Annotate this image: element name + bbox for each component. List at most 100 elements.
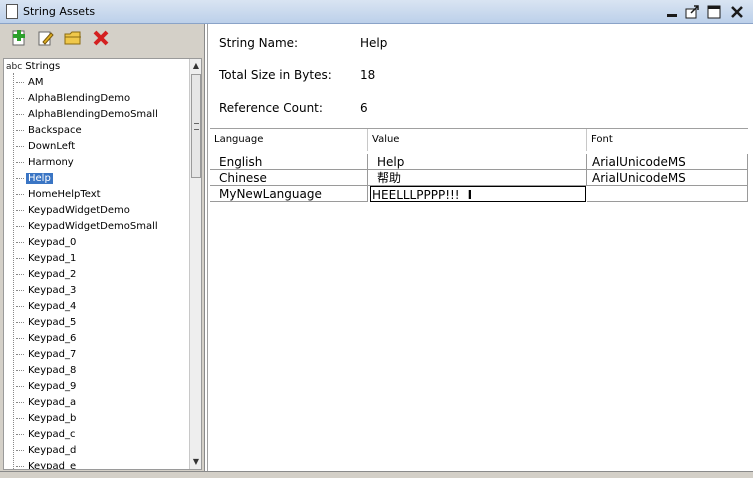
tree-item[interactable]: Keypad_2: [16, 268, 78, 282]
tree-connector: [16, 353, 24, 355]
strings-tree[interactable]: abc Strings AM AlphaBlendingDemo AlphaBlend…: [3, 58, 202, 470]
table-row[interactable]: MyNewLanguage HEELLLPPPP!!! I: [210, 186, 748, 202]
tree-item-label: HomeHelpText: [28, 189, 101, 200]
tree-item-label: Keypad_6: [28, 333, 77, 344]
tree-connector: [16, 369, 24, 371]
tree-item[interactable]: Keypad_d: [16, 444, 78, 458]
tree-item-label: Keypad_2: [28, 269, 77, 280]
string-name-label: String Name:: [219, 36, 299, 50]
right-pane: String Name: Help Total Size in Bytes: 1…: [207, 24, 753, 472]
minimize-icon[interactable]: [664, 4, 680, 20]
tree-connector: [16, 145, 24, 147]
tree-item[interactable]: HomeHelpText: [16, 188, 103, 202]
total-size-value: 18: [360, 68, 376, 82]
reference-count-value: 6: [360, 101, 368, 115]
tree-item[interactable]: Help: [16, 172, 53, 186]
language-cell[interactable]: MyNewLanguage: [210, 186, 368, 202]
translations-table: Language Value Font English Help ArialUn…: [210, 128, 748, 474]
tree-item[interactable]: Keypad_5: [16, 316, 78, 330]
table-row[interactable]: Chinese 帮助 ArialUnicodeMS: [210, 170, 748, 186]
tree-item[interactable]: AM: [16, 76, 45, 90]
tree-item-label: AM: [28, 77, 44, 88]
tree-item[interactable]: Keypad_0: [16, 236, 78, 250]
pencil-edit-icon[interactable]: [37, 29, 55, 47]
tree-item[interactable]: AlphaBlendingDemo: [16, 92, 132, 106]
tree-connector: [16, 289, 24, 291]
undock-icon[interactable]: [684, 4, 700, 20]
tree-item-label: Keypad_9: [28, 381, 77, 392]
tree-item-label: Keypad_e: [28, 461, 77, 470]
value-edit-field[interactable]: HEELLLPPPP!!! I: [370, 186, 586, 202]
column-header-language[interactable]: Language: [210, 129, 368, 151]
tree-item[interactable]: Backspace: [16, 124, 84, 138]
tree-item[interactable]: Keypad_8: [16, 364, 78, 378]
tree-item-label: Keypad_5: [28, 317, 77, 328]
tree-connector: [16, 273, 24, 275]
tree-item-label: Keypad_c: [28, 429, 76, 440]
font-cell[interactable]: ArialUnicodeMS: [587, 154, 748, 170]
value-cell[interactable]: Help: [368, 154, 587, 170]
abc-icon: abc: [6, 62, 23, 72]
tree-item-label: Keypad_a: [28, 397, 77, 408]
tree-item-label: KeypadWidgetDemoSmall: [28, 221, 158, 232]
tree-item[interactable]: Keypad_9: [16, 380, 78, 394]
document-icon: [6, 4, 18, 19]
column-header-font[interactable]: Font: [587, 129, 748, 151]
font-cell[interactable]: [587, 186, 748, 202]
tree-item[interactable]: Keypad_a: [16, 396, 78, 410]
scroll-up-arrow-icon[interactable]: ▲: [190, 60, 201, 72]
maximize-icon[interactable]: [706, 4, 722, 20]
tree-item[interactable]: DownLeft: [16, 140, 77, 154]
tree-item[interactable]: Keypad_7: [16, 348, 78, 362]
tree-connector: [16, 305, 24, 307]
tree-connector: [16, 337, 24, 339]
tree-item[interactable]: Harmony: [16, 156, 76, 170]
tree-item[interactable]: Keypad_6: [16, 332, 78, 346]
tree-connector: [16, 129, 24, 131]
scrollbar-grip-icon: [194, 123, 199, 130]
tree-item[interactable]: KeypadWidgetDemo: [16, 204, 132, 218]
language-cell[interactable]: Chinese: [210, 170, 368, 186]
reference-count-label: Reference Count:: [219, 101, 323, 115]
window-title: String Assets: [23, 5, 96, 18]
tree-connector: [16, 449, 24, 451]
tree-item[interactable]: Keypad_c: [16, 428, 77, 442]
tree-connector: [16, 385, 24, 387]
tree-item-label: Keypad_d: [28, 445, 77, 456]
tree-vertical-scrollbar[interactable]: ▲ ▼: [189, 59, 201, 469]
table-row[interactable]: English Help ArialUnicodeMS: [210, 154, 748, 170]
scrollbar-thumb[interactable]: [191, 74, 201, 178]
tree-item-label: Keypad_4: [28, 301, 77, 312]
tree-item[interactable]: Keypad_e: [16, 460, 78, 470]
tree-item-label: Keypad_1: [28, 253, 77, 264]
tree-item[interactable]: Keypad_4: [16, 300, 78, 314]
tree-connector: [16, 433, 24, 435]
tree-root[interactable]: abc Strings: [6, 61, 60, 72]
tree-item-label: Backspace: [28, 125, 82, 136]
tree-item[interactable]: Keypad_b: [16, 412, 78, 426]
left-pane: abc Strings AM AlphaBlendingDemo AlphaBlend…: [0, 24, 205, 472]
tree-connector: [16, 321, 24, 323]
tree-item-label: Harmony: [28, 157, 74, 168]
tree-item-label: KeypadWidgetDemo: [28, 205, 130, 216]
tree-item[interactable]: KeypadWidgetDemoSmall: [16, 220, 160, 234]
tree-connector: [16, 257, 24, 259]
red-x-delete-icon[interactable]: [92, 29, 110, 47]
scroll-down-arrow-icon[interactable]: ▼: [190, 456, 201, 468]
value-cell[interactable]: 帮助: [368, 170, 587, 186]
tree-connector: [16, 225, 24, 227]
tree-item[interactable]: Keypad_1: [16, 252, 78, 266]
value-edit-text: HEELLLPPPP!!!: [372, 188, 460, 202]
tree-item-label: Keypad_3: [28, 285, 77, 296]
tree-item[interactable]: Keypad_3: [16, 284, 78, 298]
tree-item[interactable]: AlphaBlendingDemoSmall: [16, 108, 160, 122]
tree-root-label: Strings: [25, 61, 61, 72]
column-header-value[interactable]: Value: [368, 129, 587, 151]
text-cursor-icon: I: [467, 188, 473, 202]
tree-item-label: Keypad_0: [28, 237, 77, 248]
add-plus-icon[interactable]: [10, 29, 28, 47]
close-icon[interactable]: [729, 4, 745, 20]
folder-icon[interactable]: [64, 29, 82, 47]
font-cell[interactable]: ArialUnicodeMS: [587, 170, 748, 186]
language-cell[interactable]: English: [210, 154, 368, 170]
